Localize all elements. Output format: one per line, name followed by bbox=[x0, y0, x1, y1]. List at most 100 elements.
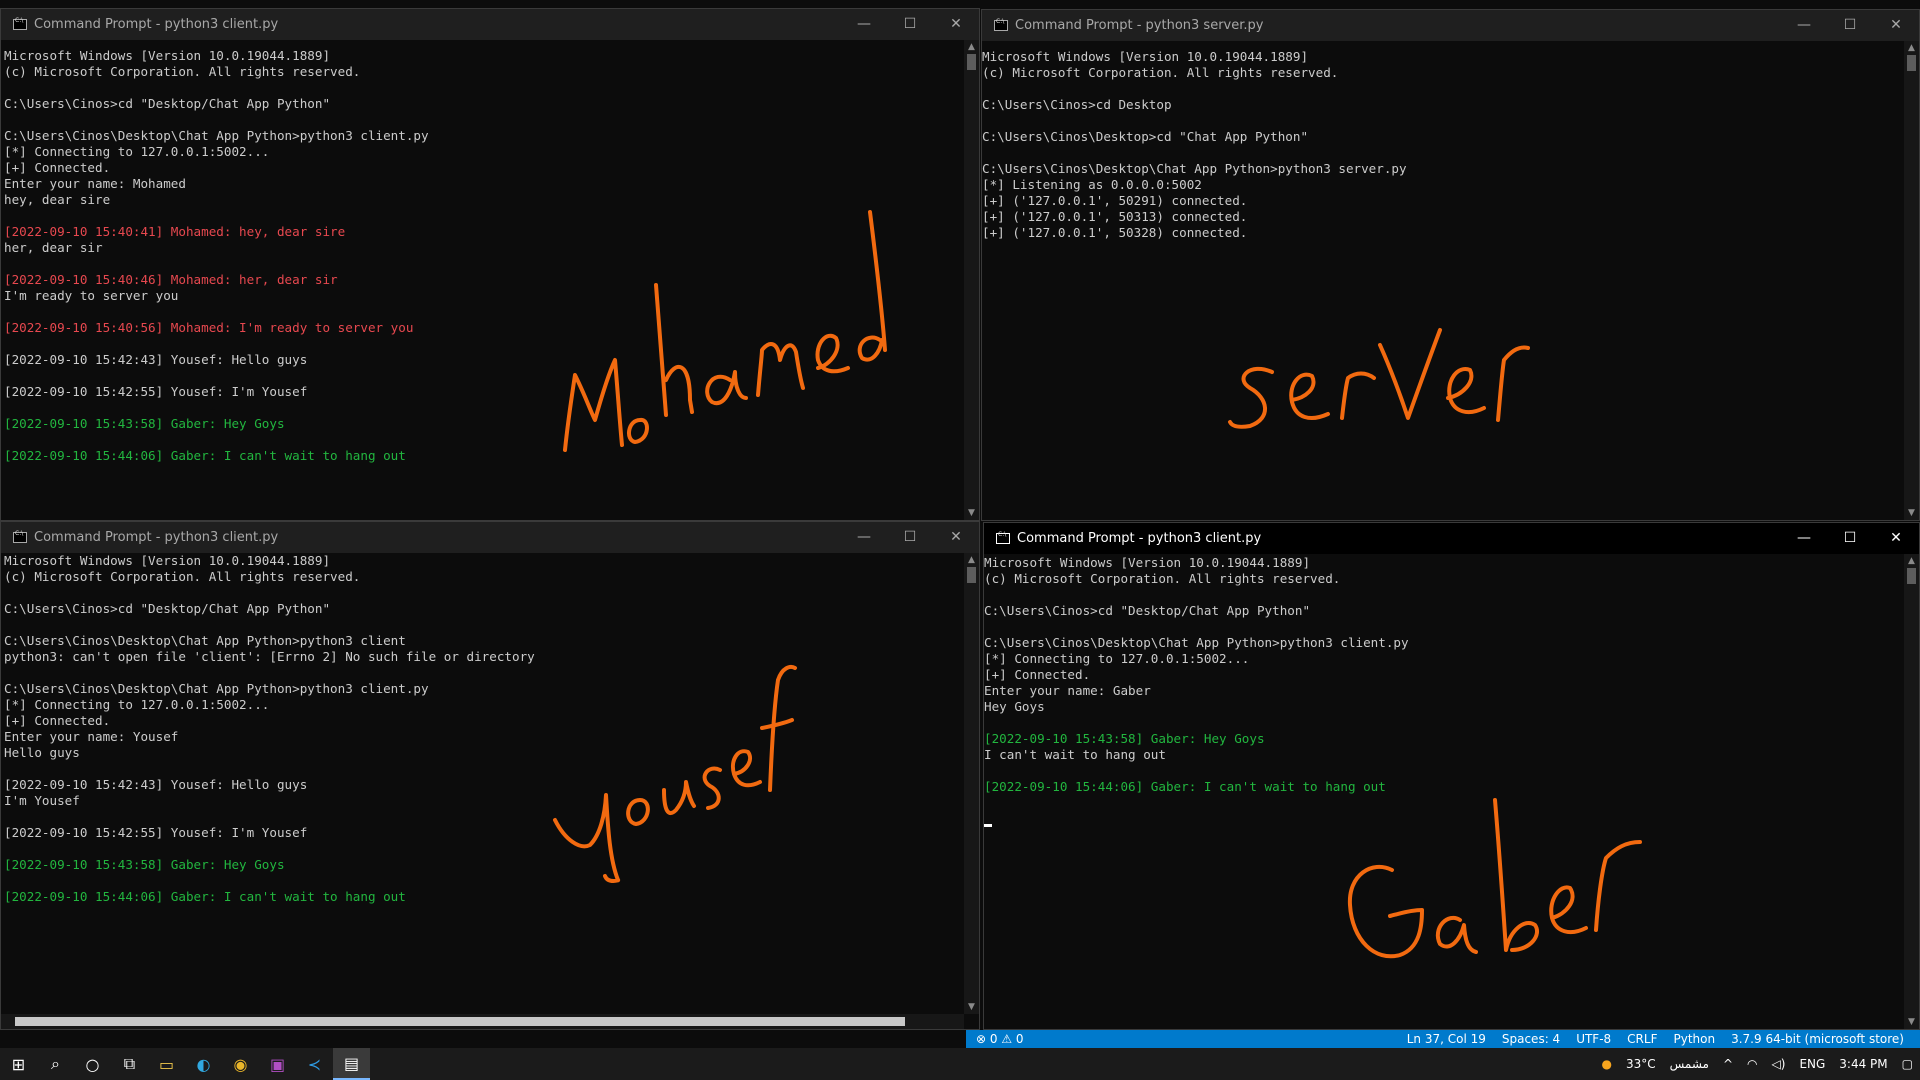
system-tray: ● 33°C مشمس ^ ◠ ◁) ENG 3:44 PM ▢ bbox=[1594, 1057, 1920, 1071]
cmd-window-server[interactable]: Command Prompt - python3 server.py — ☐ ✕… bbox=[981, 9, 1920, 521]
scroll-down-icon[interactable]: ▼ bbox=[1904, 1017, 1919, 1027]
close-button[interactable]: ✕ bbox=[933, 522, 979, 553]
console-output[interactable]: Microsoft Windows [Version 10.0.19044.18… bbox=[4, 48, 963, 520]
maximize-button[interactable]: ☐ bbox=[1827, 523, 1873, 554]
console-line: (c) Microsoft Corporation. All rights re… bbox=[4, 569, 361, 584]
console-line: [+] ('127.0.0.1', 50291) connected. bbox=[982, 193, 1248, 208]
windows-start-icon[interactable]: ⊞ bbox=[0, 1048, 37, 1080]
minimize-button[interactable]: — bbox=[841, 522, 887, 553]
scroll-thumb[interactable] bbox=[1907, 55, 1916, 71]
problems-indicator[interactable]: ⊗ 0 ⚠ 0 bbox=[976, 1032, 1024, 1046]
vertical-scrollbar[interactable]: ▲ ▼ bbox=[1904, 554, 1919, 1029]
horizontal-scroll-thumb[interactable] bbox=[15, 1017, 905, 1026]
search-icon[interactable]: ⌕ bbox=[37, 1048, 74, 1080]
task-view-icon[interactable]: ⧉ bbox=[111, 1048, 148, 1080]
console-line: Hey Goys bbox=[984, 699, 1045, 714]
command-prompt-icon[interactable]: ▤ bbox=[333, 1048, 370, 1080]
window-titlebar[interactable]: Command Prompt - python3 client.py — ☐ ✕ bbox=[1, 522, 979, 553]
console-output[interactable]: Microsoft Windows [Version 10.0.19044.18… bbox=[982, 49, 1903, 520]
language-mode[interactable]: Python bbox=[1673, 1032, 1715, 1046]
scroll-up-icon[interactable]: ▲ bbox=[964, 42, 979, 52]
scroll-down-icon[interactable]: ▼ bbox=[964, 1002, 979, 1012]
cmd-window-mohamed[interactable]: Command Prompt - python3 client.py — ☐ ✕… bbox=[0, 8, 980, 521]
scroll-thumb[interactable] bbox=[1907, 568, 1916, 584]
scroll-up-icon[interactable]: ▲ bbox=[1904, 43, 1919, 53]
scroll-up-icon[interactable]: ▲ bbox=[964, 555, 979, 565]
window-title: Command Prompt - python3 client.py bbox=[34, 530, 279, 545]
taskbar: ⊞ ⌕ ○ ⧉ ▭ ◐ ◉ ▣ ≺ ▤ ● 33°C مشمس ^ ◠ ◁) E… bbox=[0, 1048, 1920, 1080]
console-line: C:\Users\Cinos>cd "Desktop/Chat App Pyth… bbox=[984, 603, 1311, 618]
minimize-button[interactable]: — bbox=[841, 9, 887, 40]
scroll-thumb[interactable] bbox=[967, 54, 976, 70]
close-button[interactable]: ✕ bbox=[933, 9, 979, 40]
vertical-scrollbar[interactable]: ▲ ▼ bbox=[1904, 41, 1919, 520]
input-language[interactable]: ENG bbox=[1799, 1057, 1825, 1071]
indentation[interactable]: Spaces: 4 bbox=[1502, 1032, 1560, 1046]
show-hidden-icons-icon[interactable]: ^ bbox=[1723, 1057, 1733, 1071]
scroll-down-icon[interactable]: ▼ bbox=[1904, 508, 1919, 518]
console-line: Microsoft Windows [Version 10.0.19044.18… bbox=[4, 48, 331, 63]
line-ending[interactable]: CRLF bbox=[1627, 1032, 1657, 1046]
console-line: C:\Users\Cinos\Desktop\Chat App Python>p… bbox=[4, 633, 406, 648]
window-title: Command Prompt - python3 server.py bbox=[1015, 18, 1264, 33]
text-cursor bbox=[984, 824, 992, 827]
close-button[interactable]: ✕ bbox=[1873, 523, 1919, 554]
cursor-position[interactable]: Ln 37, Col 19 bbox=[1407, 1032, 1486, 1046]
close-button[interactable]: ✕ bbox=[1873, 10, 1919, 41]
maximize-button[interactable]: ☐ bbox=[887, 522, 933, 553]
clock[interactable]: 3:44 PM bbox=[1839, 1057, 1887, 1071]
maximize-button[interactable]: ☐ bbox=[887, 9, 933, 40]
console-line: C:\Users\Cinos>cd "Desktop/Chat App Pyth… bbox=[4, 601, 331, 616]
console-output[interactable]: Microsoft Windows [Version 10.0.19044.18… bbox=[984, 555, 1903, 1029]
maximize-button[interactable]: ☐ bbox=[1827, 10, 1873, 41]
console-line: [*] Connecting to 127.0.0.1:5002... bbox=[984, 651, 1250, 666]
vertical-scrollbar[interactable]: ▲ ▼ bbox=[964, 40, 979, 520]
encoding[interactable]: UTF-8 bbox=[1576, 1032, 1611, 1046]
console-line: Microsoft Windows [Version 10.0.19044.18… bbox=[984, 555, 1311, 570]
minimize-button[interactable]: — bbox=[1781, 523, 1827, 554]
scroll-down-icon[interactable]: ▼ bbox=[964, 508, 979, 518]
command-prompt-icon bbox=[13, 530, 27, 543]
window-titlebar[interactable]: Command Prompt - python3 server.py — ☐ ✕ bbox=[982, 10, 1919, 41]
cmd-window-gaber[interactable]: Command Prompt - python3 client.py — ☐ ✕… bbox=[983, 522, 1920, 1030]
weather-icon[interactable]: ● bbox=[1601, 1057, 1611, 1071]
console-line: [+] ('127.0.0.1', 50328) connected. bbox=[982, 225, 1248, 240]
console-line: [2022-09-10 15:44:06] Gaber: I can't wai… bbox=[984, 779, 1386, 794]
onenote-icon[interactable]: ▣ bbox=[259, 1048, 296, 1080]
chrome-icon[interactable]: ◉ bbox=[222, 1048, 259, 1080]
console-output[interactable]: Microsoft Windows [Version 10.0.19044.18… bbox=[4, 553, 963, 1029]
volume-icon[interactable]: ◁) bbox=[1772, 1057, 1786, 1071]
python-interpreter[interactable]: 3.7.9 64-bit (microsoft store) bbox=[1731, 1032, 1904, 1046]
console-line: hey, dear sire bbox=[4, 192, 111, 207]
weather-description[interactable]: مشمس bbox=[1670, 1057, 1709, 1071]
file-explorer-icon[interactable]: ▭ bbox=[148, 1048, 185, 1080]
window-titlebar[interactable]: Command Prompt - python3 client.py — ☐ ✕ bbox=[1, 9, 979, 40]
console-line: [2022-09-10 15:42:55] Yousef: I'm Yousef bbox=[4, 384, 308, 399]
cortana-icon[interactable]: ○ bbox=[74, 1048, 111, 1080]
console-line: [2022-09-10 15:40:41] Mohamed: hey, dear… bbox=[4, 224, 346, 239]
scroll-thumb[interactable] bbox=[967, 567, 976, 583]
notifications-icon[interactable]: ▢ bbox=[1902, 1057, 1913, 1071]
command-prompt-icon bbox=[13, 17, 27, 30]
minimize-button[interactable]: — bbox=[1781, 10, 1827, 41]
console-line: [+] Connected. bbox=[4, 160, 111, 175]
cmd-window-yousef[interactable]: Command Prompt - python3 client.py — ☐ ✕… bbox=[0, 521, 980, 1030]
console-line: (c) Microsoft Corporation. All rights re… bbox=[982, 65, 1339, 80]
console-line: Microsoft Windows [Version 10.0.19044.18… bbox=[982, 49, 1309, 64]
weather-temp[interactable]: 33°C bbox=[1626, 1057, 1656, 1071]
window-titlebar[interactable]: Command Prompt - python3 client.py — ☐ ✕ bbox=[984, 523, 1919, 554]
scroll-up-icon[interactable]: ▲ bbox=[1904, 556, 1919, 566]
console-line: her, dear sir bbox=[4, 240, 103, 255]
console-prompt-line bbox=[984, 811, 1903, 827]
vertical-scrollbar[interactable]: ▲ ▼ bbox=[964, 553, 979, 1014]
vscode-icon[interactable]: ≺ bbox=[296, 1048, 333, 1080]
console-line: [2022-09-10 15:43:58] Gaber: Hey Goys bbox=[4, 416, 285, 431]
horizontal-scrollbar[interactable] bbox=[1, 1014, 964, 1029]
edge-icon[interactable]: ◐ bbox=[185, 1048, 222, 1080]
network-icon[interactable]: ◠ bbox=[1747, 1057, 1757, 1071]
command-prompt-icon bbox=[994, 18, 1008, 31]
